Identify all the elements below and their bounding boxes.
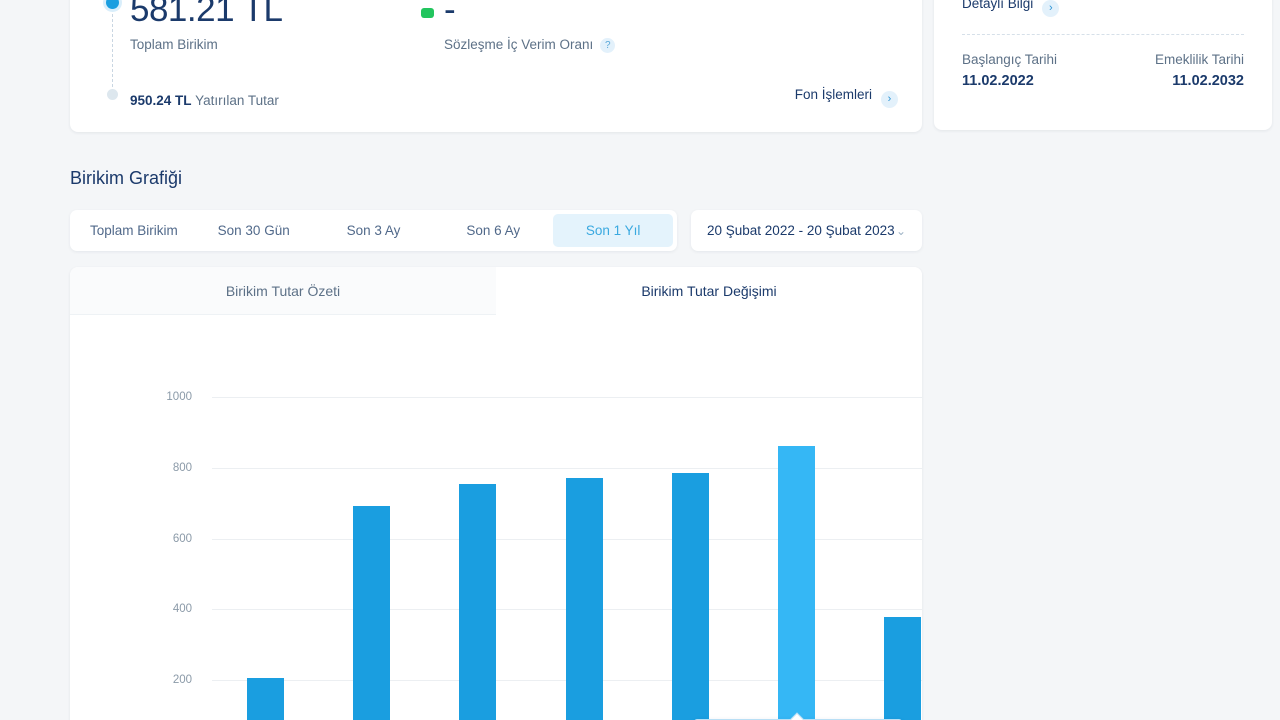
- chart-bar[interactable]: [459, 484, 497, 720]
- date-range-select[interactable]: 20 Şubat 2022 - 20 Şubat 2023 ⌄: [691, 210, 922, 251]
- detailed-info-link[interactable]: Detaylı Bilgi ›: [962, 0, 1060, 17]
- irr-metric: - Sözleşme İç Verim Oranı?: [421, 0, 616, 53]
- timeline-indicator: [106, 0, 120, 100]
- total-accumulation-metric: 581.21 TL Toplam Birikim: [130, 0, 283, 52]
- invested-amount-label: Yatırılan Tutar: [195, 93, 279, 108]
- range-tab-label: Toplam Birikim: [90, 223, 178, 238]
- page-title: Birikim Grafiği: [70, 168, 183, 188]
- range-tab-label: Son 30 Gün: [217, 223, 290, 238]
- range-tab-3[interactable]: Son 6 Ay: [433, 214, 553, 247]
- retirement-date-value: 11.02.2032: [1172, 73, 1244, 89]
- irr-label: Sözleşme İç Verim Oranı?: [444, 37, 616, 53]
- y-axis-tick: 200: [172, 674, 192, 687]
- range-tab-1[interactable]: Son 30 Gün: [194, 214, 314, 247]
- chart-card: Birikim Tutar Özeti Birikim Tutar Değişim…: [70, 267, 922, 720]
- chart-tab-label: Birikim Tutar Değişimi: [641, 282, 777, 299]
- contract-dates: Başlangıç Tarihi 11.02.2022 Emeklilik Ta…: [962, 52, 1244, 89]
- range-tab-label: Son 3 Ay: [346, 223, 401, 238]
- retirement-date-label: Emeklilik Tarihi: [1154, 52, 1244, 67]
- trend-up-icon: [421, 8, 434, 18]
- start-date-block: Başlangıç Tarihi 11.02.2022: [962, 52, 1057, 89]
- range-tab-0[interactable]: Toplam Birikim: [74, 214, 194, 247]
- start-date-value: 11.02.2022: [962, 73, 1034, 89]
- divider: [962, 34, 1244, 35]
- fund-transactions-label: Fon İşlemleri: [794, 87, 872, 102]
- detailed-info-label: Detaylı Bilgi: [962, 0, 1034, 11]
- contract-info-card: Detaylı Bilgi › Başlangıç Tarihi 11.02.20…: [934, 0, 1272, 130]
- range-tab-group: Toplam Birikim Son 30 Gün Son 3 Ay Son 6 Ay…: [70, 210, 677, 251]
- fund-transactions-link[interactable]: Fon İşlemleri ›: [795, 87, 898, 108]
- chart-bar[interactable]: [778, 446, 816, 720]
- chevron-right-icon: ›: [1042, 0, 1060, 17]
- range-tab-2[interactable]: Son 3 Ay: [314, 214, 434, 247]
- range-tab-label: Son 1 Yıl: [585, 223, 641, 238]
- chart-bar[interactable]: [671, 473, 709, 720]
- chevron-down-icon: ⌄: [895, 223, 906, 238]
- chart-tab-label: Birikim Tutar Özeti: [225, 282, 341, 299]
- chart-bar[interactable]: [246, 678, 284, 720]
- summary-card: 581.21 TL Toplam Birikim - Sözleşme İç V…: [70, 0, 922, 132]
- chart-tab-group: Birikim Tutar Özeti Birikim Tutar Değişim…: [70, 267, 922, 315]
- timeline-bottom-dot: [107, 89, 118, 100]
- y-axis-tick: 800: [172, 461, 192, 474]
- retirement-date-block: Emeklilik Tarihi 11.02.2032: [1155, 52, 1244, 89]
- tooltip-arrow-icon: [789, 712, 805, 720]
- chart-bar[interactable]: [565, 478, 603, 720]
- y-axis-tick: 1000: [166, 391, 192, 403]
- invested-amount-value: 950.24 TL: [130, 93, 192, 108]
- invested-amount-row: 950.24 TL Yatırılan Tutar: [130, 93, 279, 108]
- chart-bars: 2022-02-202022-04-202022-06-202022-08-20…: [212, 397, 922, 720]
- help-icon[interactable]: ?: [600, 38, 616, 53]
- chart-tab-1[interactable]: Birikim Tutar Değişimi: [496, 267, 922, 315]
- y-axis-tick: 400: [172, 603, 192, 616]
- timeline-top-dot: [106, 0, 119, 9]
- chart-tab-0[interactable]: Birikim Tutar Özeti: [70, 267, 496, 315]
- chart-bar[interactable]: [884, 617, 922, 720]
- irr-value: -: [444, 0, 456, 29]
- irr-label-text: Sözleşme İç Verim Oranı: [444, 37, 594, 52]
- range-tab-4[interactable]: Son 1 Yıl: [553, 214, 673, 247]
- filter-bar: Toplam Birikim Son 30 Gün Son 3 Ay Son 6 Ay…: [70, 210, 922, 251]
- range-tab-label: Son 6 Ay: [466, 223, 521, 238]
- accumulation-chart-page: 581.21 TL Toplam Birikim - Sözleşme İç V…: [0, 0, 1280, 720]
- start-date-label: Başlangıç Tarihi: [962, 52, 1058, 67]
- date-range-value: 20 Şubat 2022 - 20 Şubat 2023: [707, 223, 895, 238]
- y-axis-tick: 600: [172, 532, 192, 545]
- total-accumulation-value: 581.21 TL: [130, 0, 283, 29]
- total-accumulation-label: Toplam Birikim: [130, 37, 218, 52]
- chevron-right-icon: ›: [881, 91, 898, 108]
- chart-bar[interactable]: [352, 506, 390, 720]
- chart-plot-area: 02004006008001000 2022-02-202022-04-2020…: [70, 315, 922, 720]
